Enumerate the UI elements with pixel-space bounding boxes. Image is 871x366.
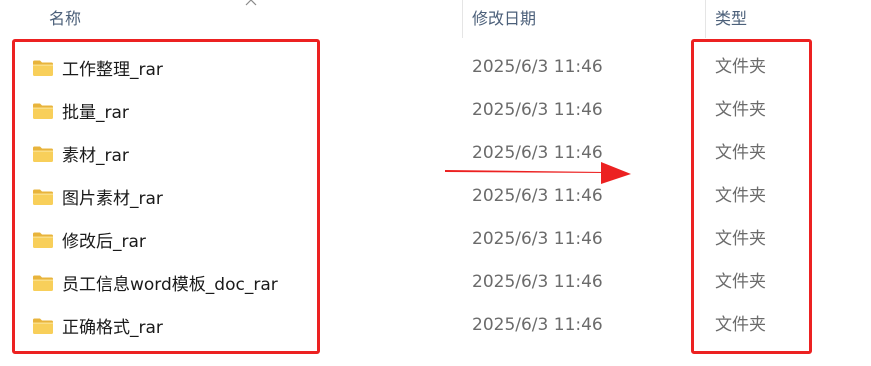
annotation-box-types (691, 39, 812, 354)
column-divider[interactable] (705, 0, 706, 38)
column-header-date-modified[interactable]: 修改日期 (472, 8, 536, 30)
date-modified: 2025/6/3 11:46 (472, 57, 603, 77)
red-arrow-icon (445, 162, 631, 184)
sort-ascending-icon (245, 0, 257, 6)
file-explorer-list: 名称 修改日期 类型 工作整理_rar 2025/6/3 11:46 文件夹 批量_r… (0, 0, 871, 366)
column-header-bar: 名称 修改日期 类型 (0, 0, 871, 38)
column-header-type[interactable]: 类型 (715, 8, 747, 30)
annotation-box-names (12, 39, 320, 354)
column-divider[interactable] (462, 0, 463, 38)
date-modified: 2025/6/3 11:46 (472, 272, 603, 292)
date-modified: 2025/6/3 11:46 (472, 100, 603, 120)
column-header-name[interactable]: 名称 (49, 8, 81, 30)
date-modified: 2025/6/3 11:46 (472, 229, 603, 249)
date-modified: 2025/6/3 11:46 (472, 315, 603, 335)
